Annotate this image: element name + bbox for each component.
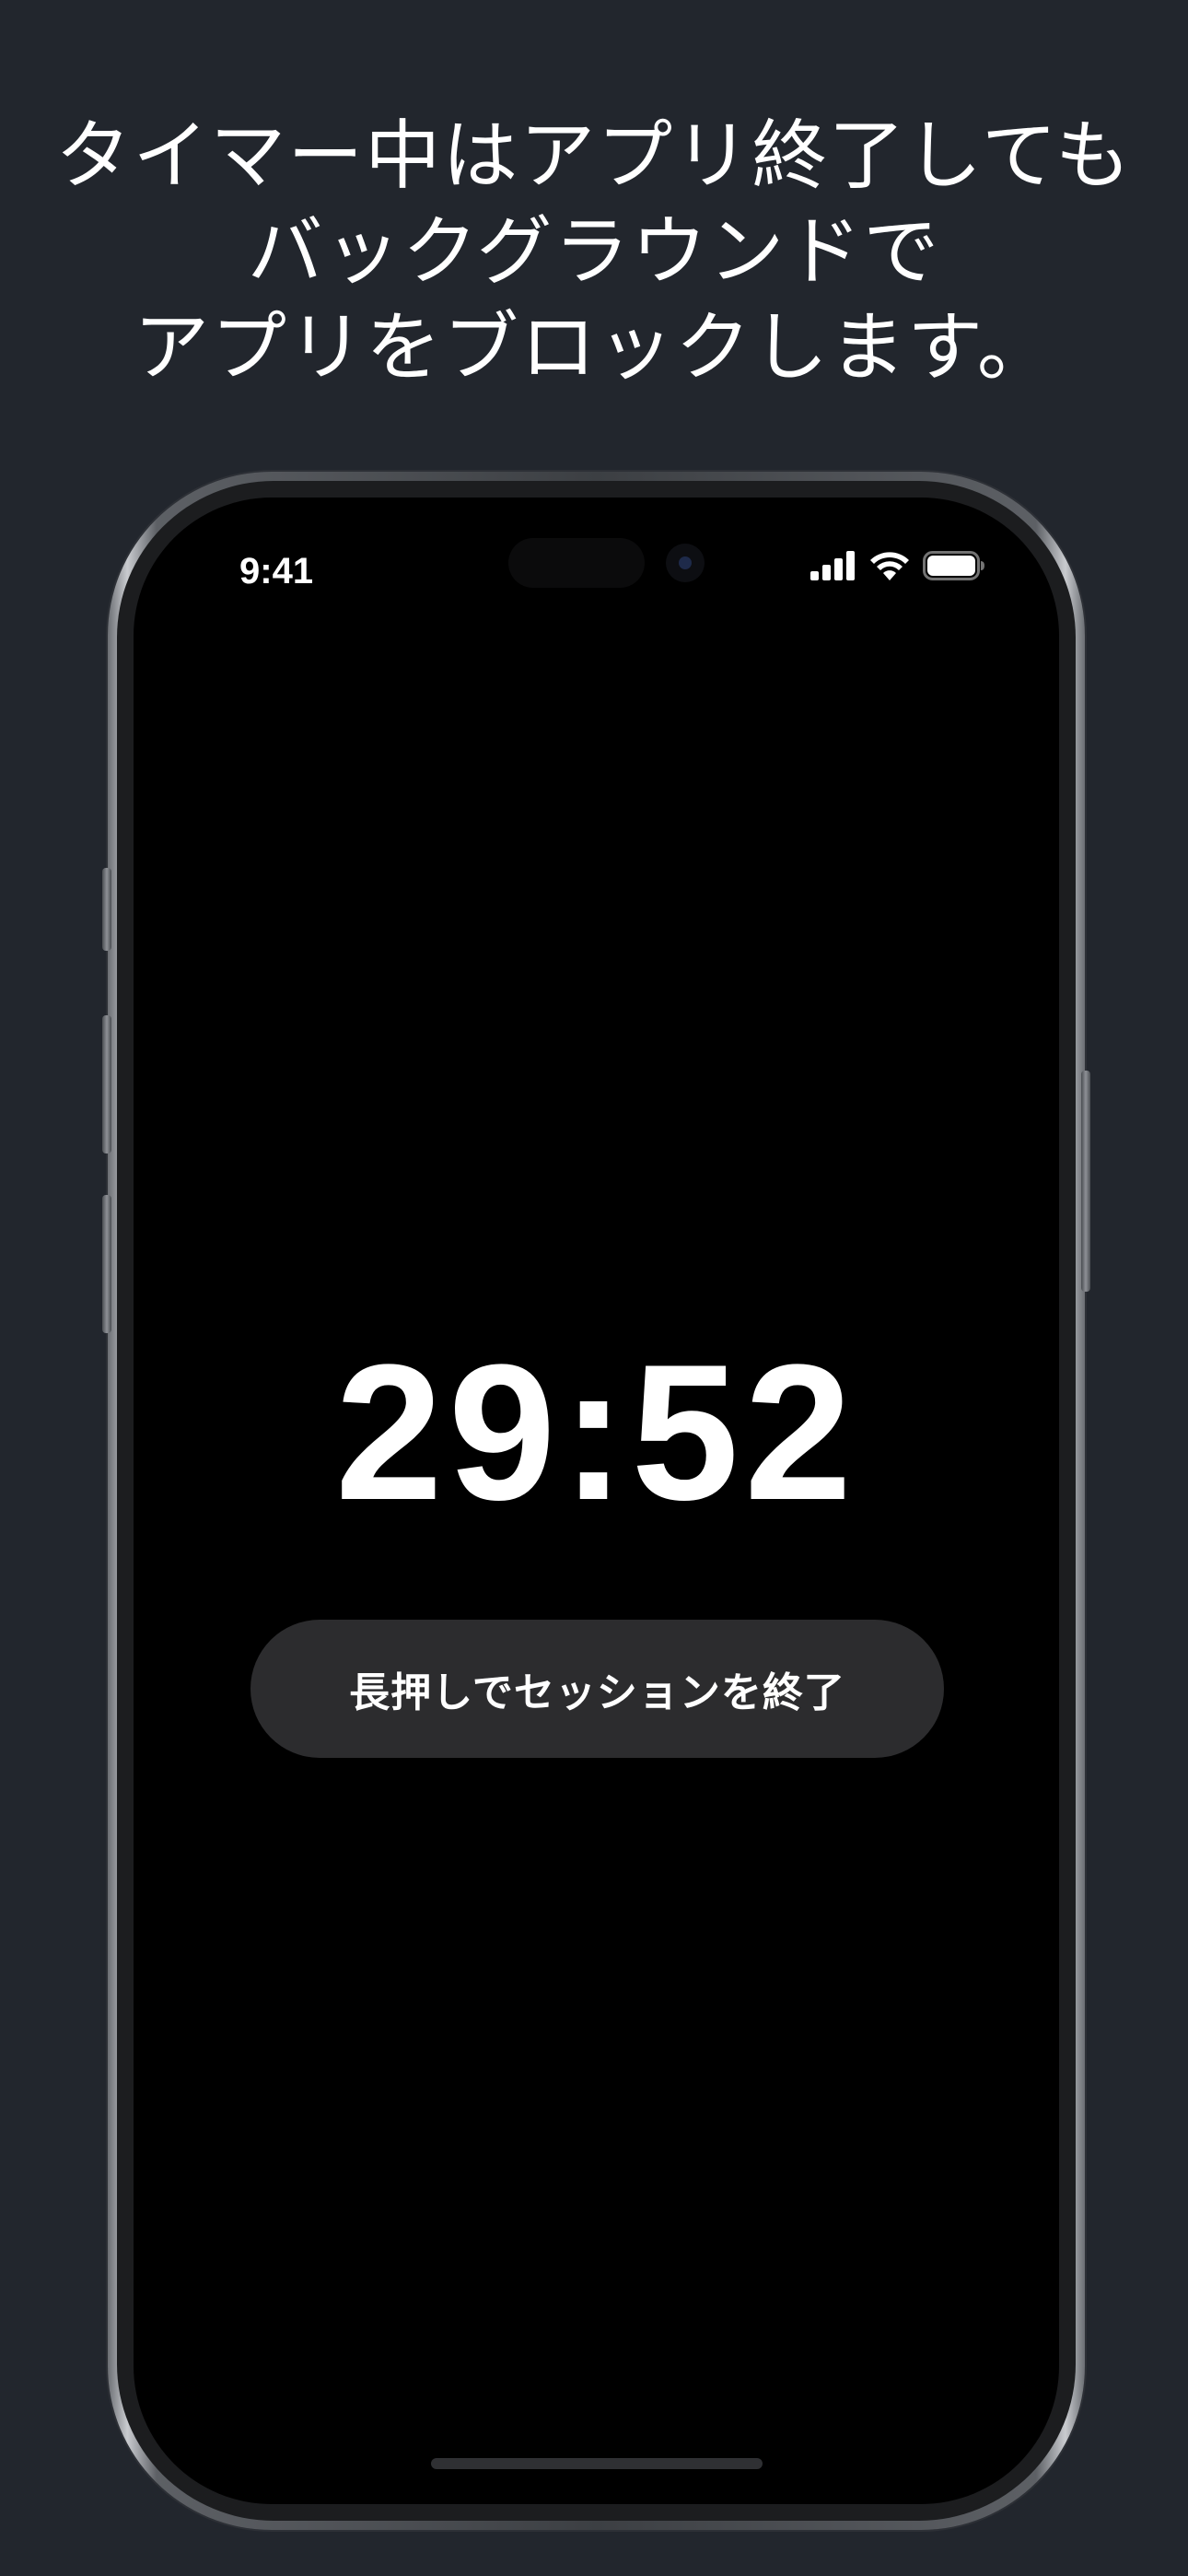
promo-line-3: アプリをブロックします。 [134, 304, 1054, 392]
timer-display: 29:52 [334, 1324, 858, 1540]
home-indicator[interactable] [431, 2458, 763, 2469]
action-button [102, 868, 111, 951]
status-time: 9:41 [239, 551, 314, 591]
wifi-icon [869, 551, 910, 584]
phone-frame: 9:41 29:52 長押しでセッションを終了 [102, 472, 1090, 2530]
volume-up-button [102, 1015, 111, 1153]
promo-line-1: タイマー中はアプリ終了しても [55, 112, 1133, 200]
volume-down-button [102, 1195, 111, 1333]
promo-text: タイマー中はアプリ終了しても バックグラウンドで アプリをブロックします。 [0, 109, 1188, 396]
camera-icon [666, 544, 705, 582]
signal-icon [810, 551, 856, 584]
dynamic-island [508, 538, 645, 588]
page: タイマー中はアプリ終了しても バックグラウンドで アプリをブロックします。 9:… [0, 0, 1188, 2576]
power-button [1081, 1071, 1090, 1292]
battery-icon [923, 551, 985, 584]
status-icons [810, 549, 985, 586]
promo-line-2: バックグラウンドで [247, 208, 941, 296]
phone-screen: 9:41 29:52 長押しでセッションを終了 [134, 498, 1059, 2504]
end-session-button[interactable]: 長押しでセッションを終了 [250, 1620, 944, 1758]
